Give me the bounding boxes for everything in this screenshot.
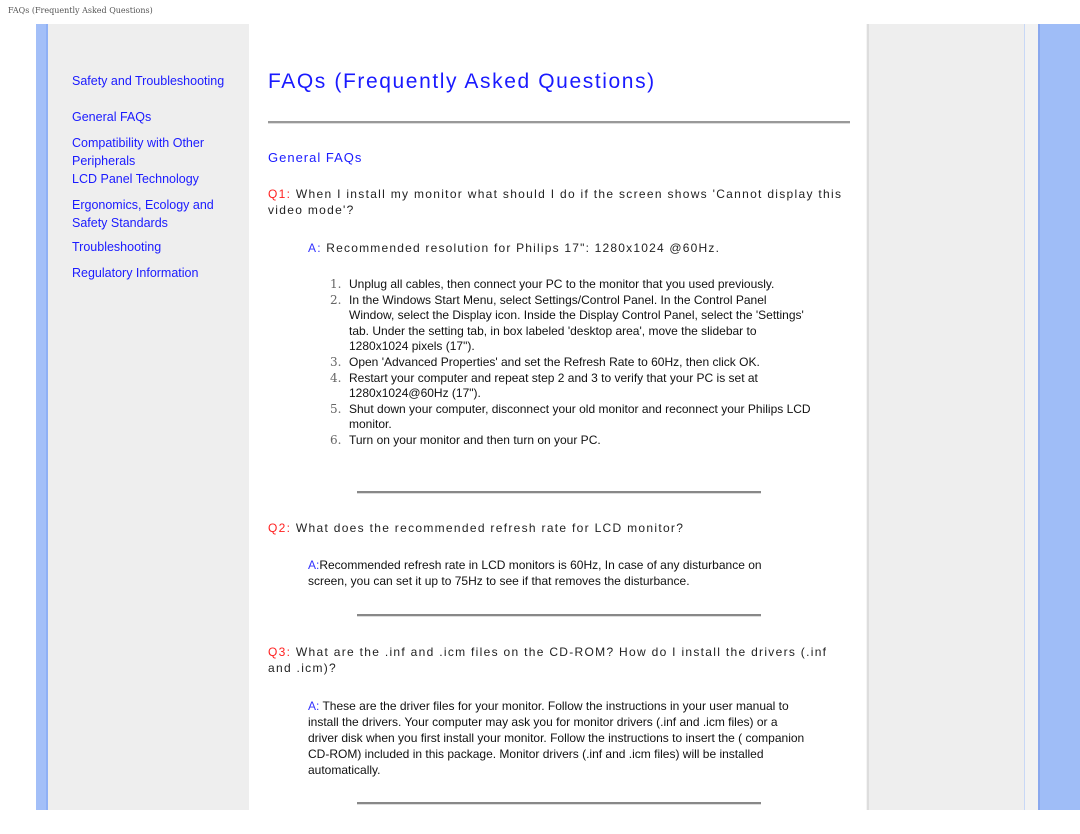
step-text: Open 'Advanced Properties' and set the R… xyxy=(349,354,760,369)
list-item: 2. In the Windows Start Menu, select Sett… xyxy=(320,293,815,355)
list-item: 3. Open 'Advanced Properties' and set the… xyxy=(320,355,815,371)
left-accent-stripe xyxy=(36,24,48,810)
sidebar-item-regulatory-information[interactable]: Regulatory Information xyxy=(72,264,242,282)
step-number: 2. xyxy=(330,292,342,307)
answer-label: A: xyxy=(308,241,322,255)
sidebar-item-lcd-panel-technology[interactable]: LCD Panel Technology xyxy=(72,170,242,188)
answer-text: Recommended refresh rate in LCD monitors… xyxy=(308,558,762,588)
title-divider xyxy=(268,121,850,124)
steps-list: 1. Unplug all cables, then connect your P… xyxy=(320,277,815,449)
divider xyxy=(357,491,761,494)
sidebar-item-general-faqs[interactable]: General FAQs xyxy=(72,108,242,126)
divider xyxy=(357,614,761,617)
question-3: Q3: What are the .inf and .icm files on … xyxy=(268,644,853,676)
question-label: Q3: xyxy=(268,645,292,659)
section-heading: General FAQs xyxy=(268,150,363,165)
step-text: Unplug all cables, then connect your PC … xyxy=(349,277,775,291)
page-caption: FAQs (Frequently Asked Questions) xyxy=(8,6,153,15)
question-label: Q1: xyxy=(268,187,292,201)
step-number: 4. xyxy=(330,370,342,385)
list-item: 1. Unplug all cables, then connect your P… xyxy=(320,277,815,293)
answer-text: These are the driver files for your moni… xyxy=(308,699,805,777)
step-text: In the Windows Start Menu, select Settin… xyxy=(349,292,804,354)
answer-1: A: Recommended resolution for Philips 17… xyxy=(308,241,720,255)
answer-3: A: These are the driver files for your m… xyxy=(308,698,808,778)
step-number: 1. xyxy=(330,277,342,291)
question-label: Q2: xyxy=(268,521,292,535)
right-panel xyxy=(867,24,1024,810)
question-text: When I install my monitor what should I … xyxy=(268,187,843,217)
step-text: Shut down your computer, disconnect your… xyxy=(349,401,811,432)
right-accent-stripe xyxy=(1038,24,1080,810)
list-item: 5. Shut down your computer, disconnect yo… xyxy=(320,402,815,433)
question-1: Q1: When I install my monitor what shoul… xyxy=(268,186,853,218)
list-item: 4. Restart your computer and repeat step … xyxy=(320,371,815,402)
divider xyxy=(357,802,761,805)
question-2: Q2: What does the recommended refresh ra… xyxy=(268,520,853,536)
step-text: Restart your computer and repeat step 2 … xyxy=(349,370,758,401)
answer-label: A: xyxy=(308,699,320,713)
sidebar-nav: Safety and Troubleshooting General FAQs … xyxy=(72,72,242,282)
list-item: 6. Turn on your monitor and then turn on … xyxy=(320,433,815,449)
question-text: What does the recommended refresh rate f… xyxy=(291,521,685,535)
step-number: 6. xyxy=(330,432,342,447)
page-title: FAQs (Frequently Asked Questions) xyxy=(268,70,656,93)
right-gap xyxy=(1025,24,1038,810)
sidebar-item-troubleshooting[interactable]: Troubleshooting xyxy=(72,238,242,256)
step-number: 5. xyxy=(330,401,342,416)
step-text: Turn on your monitor and then turn on yo… xyxy=(349,432,601,447)
question-text: What are the .inf and .icm files on the … xyxy=(268,645,828,675)
answer-text: Recommended resolution for Philips 17": … xyxy=(321,241,721,255)
sidebar-item-ergonomics[interactable]: Ergonomics, Ecology and Safety Standards xyxy=(72,196,227,232)
step-number: 3. xyxy=(330,354,342,369)
answer-2: A:Recommended refresh rate in LCD monito… xyxy=(308,557,798,589)
sidebar-item-safety-and-troubleshooting[interactable]: Safety and Troubleshooting xyxy=(72,72,242,90)
sidebar-item-compatibility[interactable]: Compatibility with Other Peripherals xyxy=(72,134,222,170)
answer-label: A: xyxy=(308,558,320,572)
